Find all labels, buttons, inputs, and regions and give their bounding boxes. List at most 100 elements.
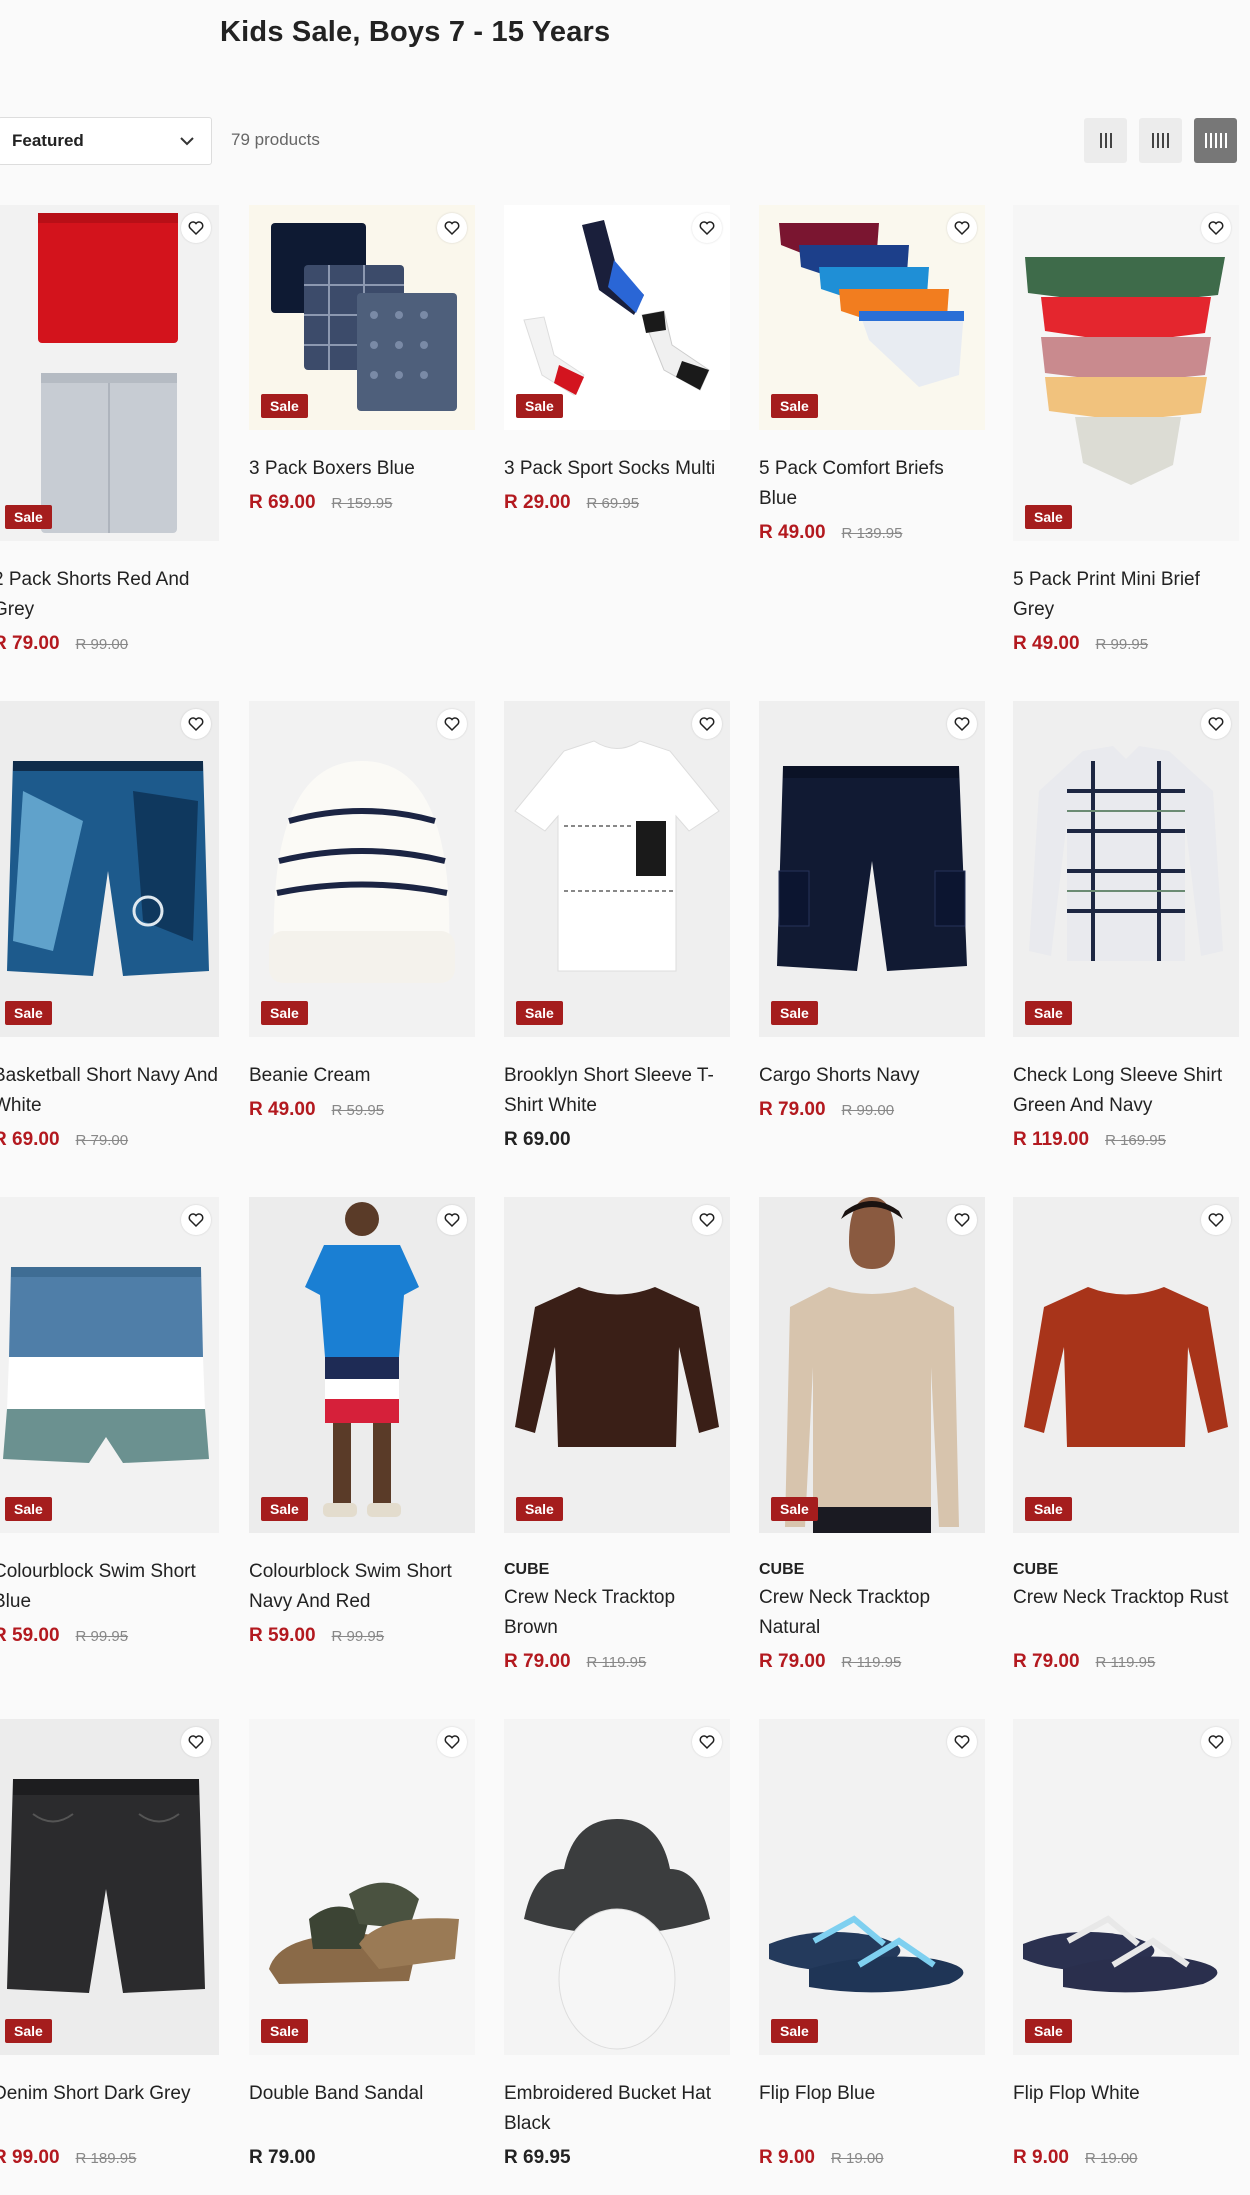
product-name[interactable]: Double Band Sandal (249, 2079, 475, 2109)
product-card[interactable]: Sale Brooklyn Short Sleeve T-Shirt White… (504, 701, 730, 1151)
product-brand: CUBE (759, 1561, 805, 1578)
sale-badge: Sale (771, 1001, 818, 1025)
product-name[interactable]: Basketball Short Navy And White (0, 1061, 219, 1121)
product-card[interactable]: Sale Beanie Cream R 49.00 R 59.95 (249, 701, 475, 1121)
product-price: R 49.00 (759, 522, 826, 543)
product-name[interactable]: Colourblock Swim Short Blue (0, 1557, 219, 1617)
wishlist-heart-button[interactable] (692, 1727, 722, 1757)
product-name[interactable]: Flip Flop White (1013, 2079, 1239, 2109)
product-image[interactable]: Sale (1013, 1197, 1239, 1533)
product-image[interactable]: Sale (1013, 701, 1239, 1037)
wishlist-heart-button[interactable] (181, 709, 211, 739)
grid-3-columns-button[interactable] (1084, 118, 1127, 163)
product-image[interactable]: Sale (0, 701, 219, 1037)
product-name[interactable]: Beanie Cream (249, 1061, 475, 1091)
product-card[interactable]: Sale CUBE Crew Neck Tracktop Natural R 7… (759, 1197, 985, 1673)
wishlist-heart-button[interactable] (947, 213, 977, 243)
wishlist-heart-button[interactable] (947, 1205, 977, 1235)
product-name[interactable]: 3 Pack Sport Socks Multi (504, 454, 730, 484)
product-card[interactable]: Embroidered Bucket Hat Black R 69.95 (504, 1719, 730, 2169)
product-card[interactable]: Sale Colourblock Swim Short Navy And Red… (249, 1197, 475, 1647)
product-was-price: R 99.95 (75, 1628, 129, 1645)
wishlist-heart-button[interactable] (1201, 1205, 1231, 1235)
wishlist-heart-button[interactable] (947, 709, 977, 739)
product-price: R 69.00 (504, 1129, 571, 1150)
product-image[interactable] (504, 1719, 730, 2055)
product-image[interactable]: Sale (1013, 205, 1239, 541)
product-image[interactable]: Sale (504, 205, 730, 430)
wishlist-heart-button[interactable] (181, 1727, 211, 1757)
wishlist-heart-button[interactable] (1201, 709, 1231, 739)
product-card[interactable]: Sale 3 Pack Boxers Blue R 69.00 R 159.95 (249, 205, 475, 514)
heart-icon (444, 1213, 460, 1228)
sort-select[interactable]: Featured (0, 117, 212, 165)
wishlist-heart-button[interactable] (947, 1727, 977, 1757)
flip-flop-white-image (1023, 1915, 1218, 1993)
product-image[interactable]: Sale (249, 205, 475, 430)
product-name[interactable]: Cargo Shorts Navy (759, 1061, 985, 1091)
wishlist-heart-button[interactable] (1201, 213, 1231, 243)
product-image[interactable]: Sale (504, 701, 730, 1037)
product-name[interactable]: Denim Short Dark Grey (0, 2079, 219, 2109)
product-card[interactable]: Sale Basketball Short Navy And White R 6… (0, 701, 219, 1151)
wishlist-heart-button[interactable] (1201, 1727, 1231, 1757)
wishlist-heart-button[interactable] (181, 213, 211, 243)
wishlist-heart-button[interactable] (437, 1727, 467, 1757)
product-name[interactable]: Check Long Sleeve Shirt Green And Navy (1013, 1061, 1239, 1121)
product-name[interactable]: Colourblock Swim Short Navy And Red (249, 1557, 475, 1617)
sale-badge: Sale (261, 2019, 308, 2043)
product-card[interactable]: Sale 2 Pack Shorts Red And Grey R 79.00 R… (0, 205, 219, 655)
product-card[interactable]: Sale Denim Short Dark Grey R 99.00 R 189.… (0, 1719, 219, 2169)
heart-icon (699, 1735, 715, 1750)
product-name[interactable]: Flip Flop Blue (759, 2079, 985, 2109)
product-name[interactable]: Brooklyn Short Sleeve T-Shirt White (504, 1061, 730, 1121)
wishlist-heart-button[interactable] (437, 213, 467, 243)
product-name[interactable]: 5 Pack Print Mini Brief Grey (1013, 565, 1239, 625)
product-was-price: R 99.00 (841, 1102, 895, 1119)
product-card[interactable]: Sale CUBE Crew Neck Tracktop Rust R 79.0… (1013, 1197, 1239, 1673)
product-image[interactable]: Sale (759, 205, 985, 430)
product-card[interactable]: Sale Flip Flop Blue R 9.00 R 19.00 (759, 1719, 985, 2169)
product-name[interactable]: Embroidered Bucket Hat Black (504, 2079, 730, 2139)
sale-badge: Sale (1025, 2019, 1072, 2043)
product-image[interactable]: Sale (759, 1719, 985, 2055)
product-image[interactable]: Sale (249, 1719, 475, 2055)
product-was-price: R 19.00 (1084, 2150, 1138, 2167)
product-card[interactable]: Sale Flip Flop White R 9.00 R 19.00 (1013, 1719, 1239, 2169)
grid-5-columns-button[interactable] (1194, 118, 1237, 163)
product-image[interactable]: Sale (759, 1197, 985, 1533)
product-card[interactable]: Sale Check Long Sleeve Shirt Green And N… (1013, 701, 1239, 1151)
wishlist-heart-button[interactable] (181, 1205, 211, 1235)
product-card[interactable]: Sale Cargo Shorts Navy R 79.00 R 99.00 (759, 701, 985, 1121)
product-card[interactable]: Sale 5 Pack Print Mini Brief Grey R 49.0… (1013, 205, 1239, 655)
product-image[interactable]: Sale (249, 701, 475, 1037)
product-image[interactable]: Sale (1013, 1719, 1239, 2055)
product-image[interactable]: Sale (0, 205, 219, 541)
wishlist-heart-button[interactable] (437, 1205, 467, 1235)
product-image[interactable]: Sale (504, 1197, 730, 1533)
wishlist-heart-button[interactable] (437, 709, 467, 739)
wishlist-heart-button[interactable] (692, 709, 722, 739)
wishlist-heart-button[interactable] (692, 1205, 722, 1235)
wishlist-heart-button[interactable] (692, 213, 722, 243)
product-price: R 79.00 (504, 1651, 571, 1672)
product-name[interactable]: Crew Neck Tracktop Rust (1013, 1583, 1239, 1613)
product-image[interactable]: Sale (249, 1197, 475, 1533)
product-card[interactable]: Sale Double Band Sandal R 79.00 (249, 1719, 475, 2169)
product-card[interactable]: Sale 5 Pack Comfort Briefs Blue R 49.00 R… (759, 205, 985, 544)
product-image[interactable]: Sale (0, 1719, 219, 2055)
product-count: 79 products (231, 130, 320, 149)
product-card[interactable]: Sale Colourblock Swim Short Blue R 59.00… (0, 1197, 219, 1647)
product-card[interactable]: Sale CUBE Crew Neck Tracktop Brown R 79.… (504, 1197, 730, 1673)
product-image[interactable]: Sale (759, 701, 985, 1037)
product-name[interactable]: 5 Pack Comfort Briefs Blue (759, 454, 985, 514)
product-card[interactable]: Sale 3 Pack Sport Socks Multi R 29.00 R 6… (504, 205, 730, 514)
product-name[interactable]: Crew Neck Tracktop Brown (504, 1583, 730, 1643)
heart-icon (954, 1213, 970, 1228)
grid-4-columns-button[interactable] (1139, 118, 1182, 163)
product-image[interactable]: Sale (0, 1197, 219, 1533)
product-name[interactable]: 2 Pack Shorts Red And Grey (0, 565, 219, 625)
product-name[interactable]: 3 Pack Boxers Blue (249, 454, 475, 484)
heart-icon (188, 717, 204, 732)
product-name[interactable]: Crew Neck Tracktop Natural (759, 1583, 985, 1643)
